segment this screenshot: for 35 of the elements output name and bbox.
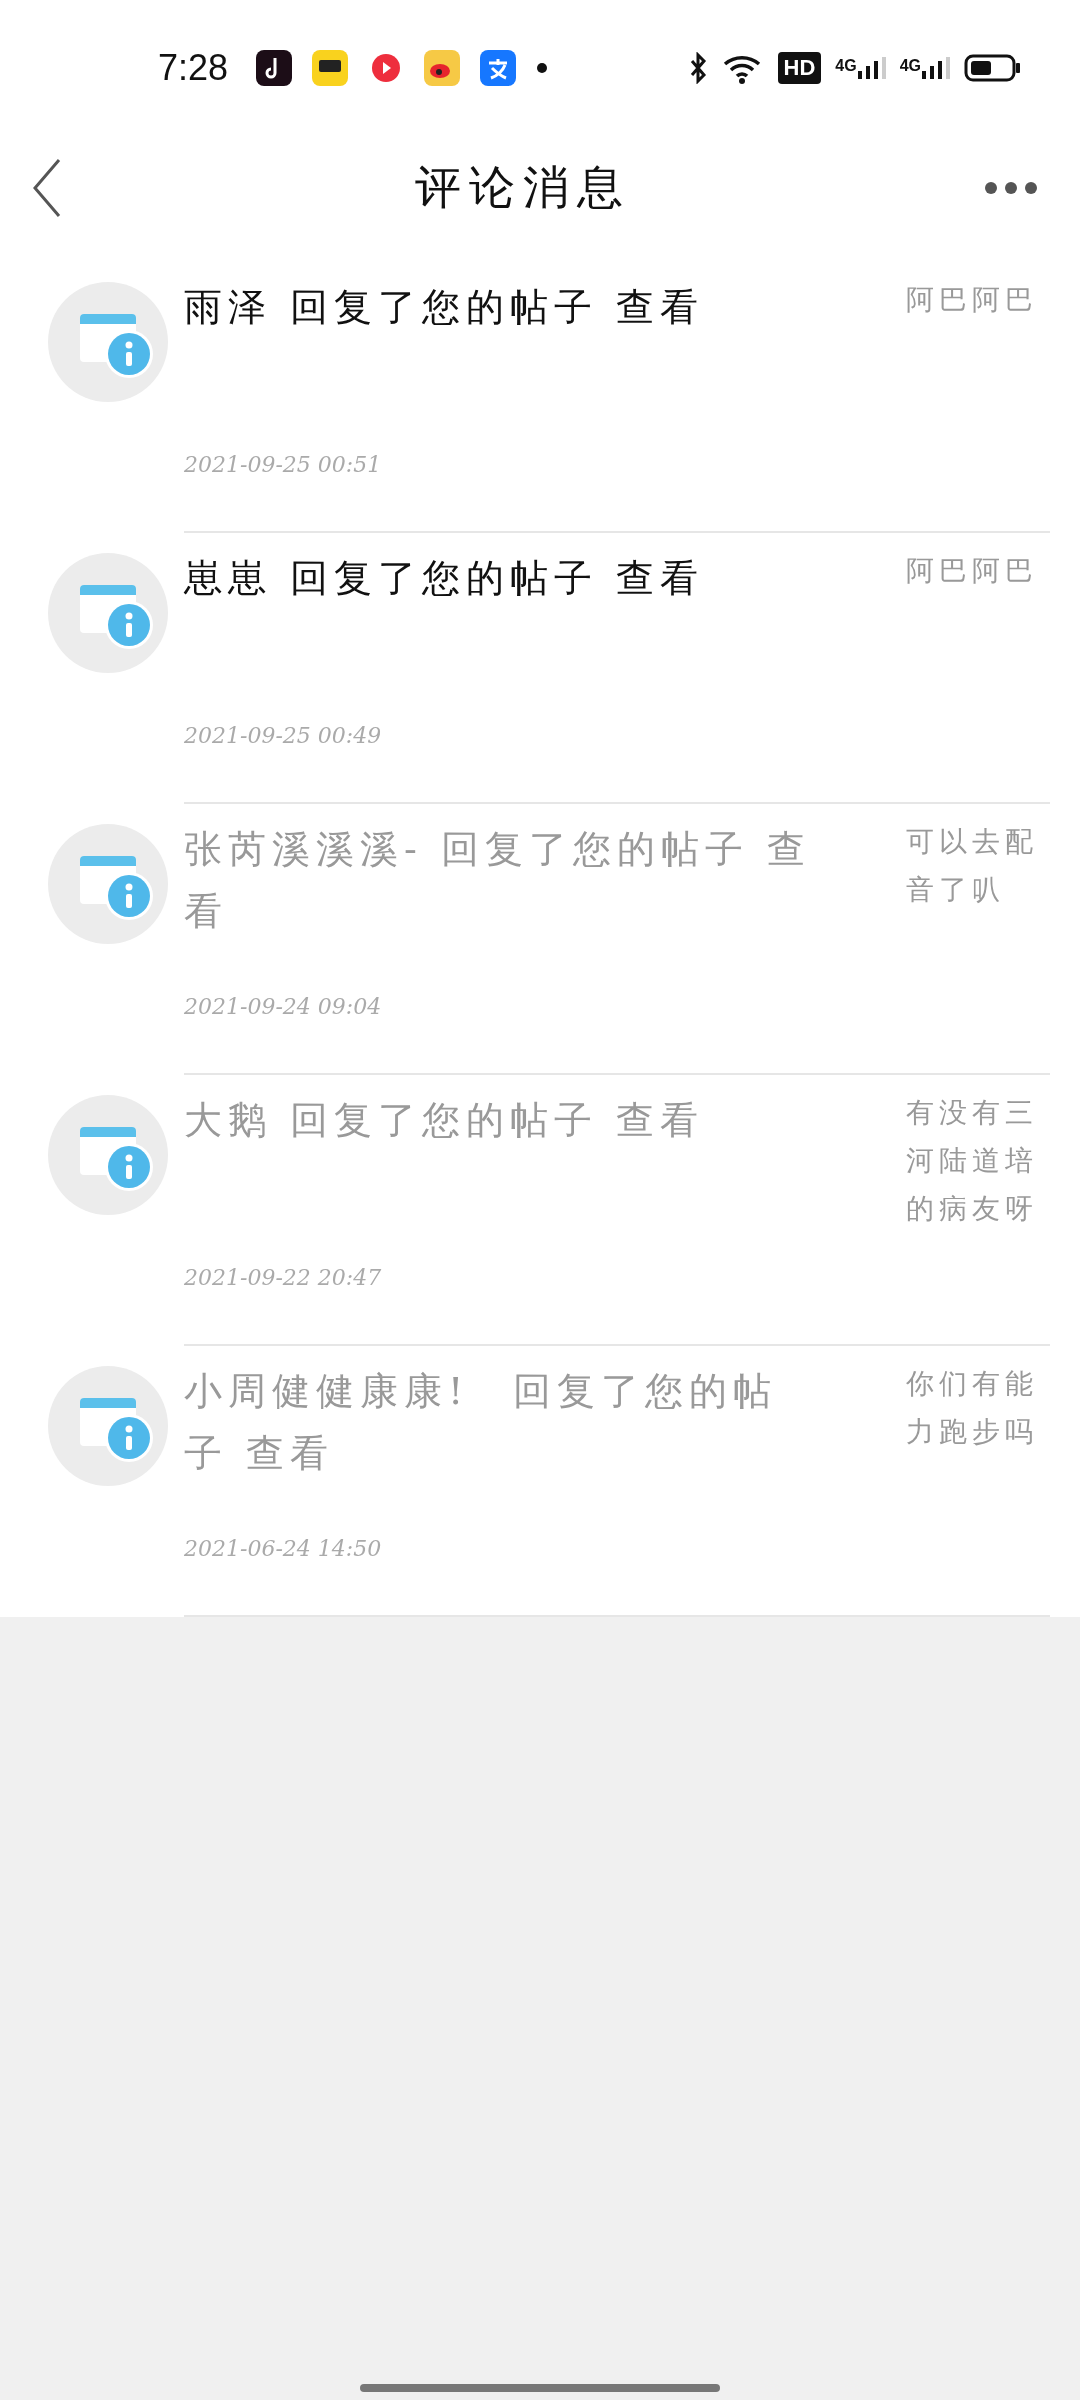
signal-icon xyxy=(857,57,886,79)
clock-time: 7:28 xyxy=(158,47,229,89)
network-label: 4G xyxy=(835,57,857,75)
comment-preview: 可以去配音了叭 xyxy=(906,824,1039,908)
battery-icon xyxy=(964,53,1022,83)
message-info-icon xyxy=(48,824,168,944)
signal-icon xyxy=(922,57,950,79)
comment-preview: 你们有能力跑步吗 xyxy=(906,1366,1039,1450)
message-time: 2021-09-25 00:51 xyxy=(184,452,383,477)
app-icon xyxy=(480,50,517,86)
hd-badge: HD xyxy=(777,52,822,84)
message-time: 2021-09-25 00:49 xyxy=(184,723,383,748)
more-icon[interactable] xyxy=(984,181,1038,195)
comment-preview: 阿巴阿巴 xyxy=(906,282,1039,318)
message-time: 2021-09-24 09:04 xyxy=(184,994,383,1019)
app-icon xyxy=(312,50,349,86)
message-text[interactable]: 大鹅 回复了您的帖子 查看 xyxy=(184,1089,811,1151)
message-text[interactable]: 小周健健康康! 回复了您的帖子 查看 xyxy=(184,1360,811,1484)
dot-icon xyxy=(536,62,549,74)
back-icon[interactable] xyxy=(32,158,62,218)
app-icon xyxy=(256,50,293,86)
message-info-icon xyxy=(48,1366,168,1486)
page-title: 评论消息 xyxy=(415,159,631,216)
app-icon xyxy=(424,50,461,86)
message-info-icon xyxy=(48,553,168,673)
comment-preview: 有没有三河陆道培的病友呀 xyxy=(906,1095,1039,1227)
message-text[interactable]: 崽崽 回复了您的帖子 查看 xyxy=(184,547,811,609)
comment-preview: 阿巴阿巴 xyxy=(906,553,1039,589)
message-time: 2021-09-22 20:47 xyxy=(184,1265,383,1290)
message-info-icon xyxy=(48,1095,168,1215)
message-info-icon xyxy=(48,282,168,402)
message-text[interactable]: 雨泽 回复了您的帖子 查看 xyxy=(184,276,811,338)
message-time: 2021-06-24 14:50 xyxy=(184,1536,383,1561)
network-label: 4G xyxy=(899,57,921,75)
message-text[interactable]: 张芮溪溪溪- 回复了您的帖子 查看 xyxy=(184,818,811,942)
